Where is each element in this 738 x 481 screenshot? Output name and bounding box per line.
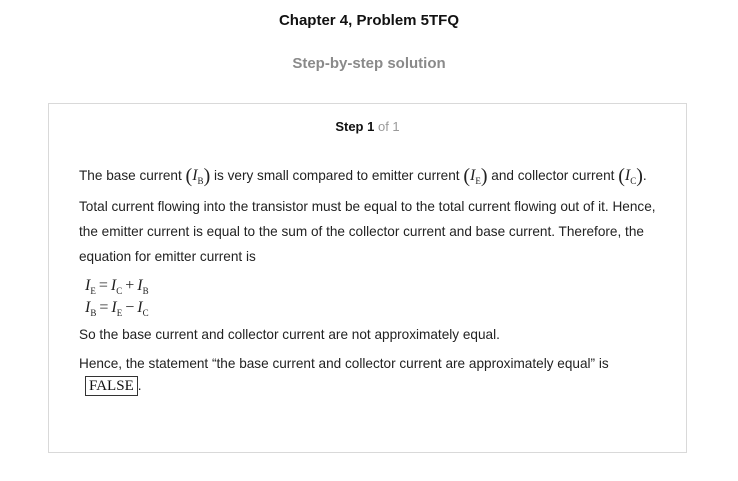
page-title: Chapter 4, Problem 5TFQ	[278, 12, 460, 29]
answer-period: .	[137, 378, 142, 393]
collector-current-symbol: (IC)	[618, 165, 643, 187]
intro-text-2: is very small compared to emitter curren…	[210, 168, 464, 183]
step-label: Step 1	[335, 119, 375, 134]
solution-card: Step 1 of 1 The base current (IB) is ver…	[48, 103, 687, 453]
conclusion-text: So the base current and collector curren…	[79, 327, 500, 342]
solution-content: The base current (IB) is very small comp…	[79, 163, 669, 397]
base-current-symbol: (IB)	[185, 165, 211, 187]
intro-text-3: and collector current	[487, 168, 619, 183]
equation-emitter: IE = IC + IB	[85, 277, 149, 296]
step-count: of 1	[377, 119, 400, 134]
step-header: Step 1 of 1	[49, 119, 686, 134]
equation-base: IB = IE − IC	[85, 299, 149, 318]
intro-text-1: The base current	[79, 168, 186, 183]
statement-text: Hence, the statement “the base current a…	[79, 356, 609, 371]
equations: IE = IC + IB IB = IE − IC	[85, 275, 669, 319]
emitter-current-symbol: (IE)	[463, 165, 488, 187]
statement-paragraph: Hence, the statement “the base current a…	[79, 353, 669, 397]
intro-paragraph: The base current (IB) is very small comp…	[79, 163, 669, 269]
page-subtitle: Step-by-step solution	[292, 55, 446, 72]
answer-box: FALSE	[85, 376, 138, 396]
